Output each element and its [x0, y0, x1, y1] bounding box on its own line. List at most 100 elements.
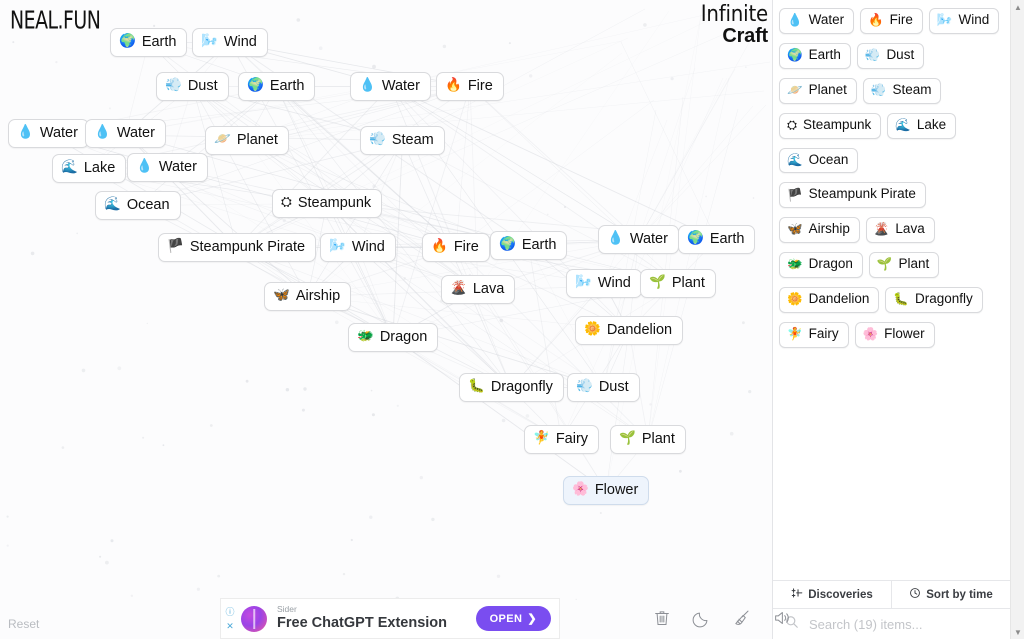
item-chip-dust[interactable]: 💨 Dust — [856, 42, 925, 69]
item-chip-fire[interactable]: 🔥 Fire — [860, 8, 923, 34]
canvas-item[interactable]: 🌍 Earth — [490, 231, 568, 261]
tab-discoveries[interactable]: Discoveries — [773, 581, 891, 608]
canvas-item[interactable]: 🪐 Planet — [205, 126, 289, 156]
canvas-item[interactable]: 💧 Water — [350, 72, 431, 102]
canvas-item[interactable]: 🔥 Fire — [436, 72, 504, 102]
canvas-item[interactable]: 🏴 Steampunk Pirate — [158, 233, 317, 263]
item-chip-dragon[interactable]: 🐲 Dragon — [348, 323, 439, 353]
ad-open-button[interactable]: OPEN ❯ — [475, 606, 551, 631]
item-chip-lake[interactable]: 🌊 Lake — [52, 154, 127, 184]
crafting-canvas[interactable]: NEAL.FUN 🌍 Earth 🌬️ Wind 💨 Dust 🌍 Earth 💧 Water 🔥 F… — [0, 0, 772, 639]
canvas-item[interactable]: 🌸 Flower — [563, 476, 650, 506]
canvas-item[interactable]: 💧 Water — [127, 153, 208, 183]
trash-icon[interactable] — [652, 608, 672, 628]
tab-sort-by-time[interactable]: Sort by time — [891, 581, 1010, 608]
canvas-item[interactable]: 🌼 Dandelion — [575, 316, 684, 346]
sidebar-scrollbar[interactable]: ▲ ▼ — [1010, 0, 1024, 639]
item-chip-fire[interactable]: 🔥 Fire — [436, 72, 504, 102]
item-chip-steam[interactable]: 💨 Steam — [862, 77, 942, 104]
item-chip-water[interactable]: 💧 Water — [779, 8, 855, 34]
reset-button[interactable]: Reset — [8, 617, 39, 631]
item-chip-fire[interactable]: 🔥 Fire — [422, 233, 490, 263]
neal-fun-logo[interactable]: NEAL.FUN — [10, 6, 101, 34]
item-chip-steampunk-pirate[interactable]: 🏴 Steampunk Pirate — [158, 233, 317, 263]
steampunk-icon: ⛭ — [787, 116, 798, 132]
item-chip-steampunk[interactable]: ⛭ Steampunk — [272, 189, 383, 219]
item-chip-dragon[interactable]: 🐲 Dragon — [779, 252, 863, 278]
item-chip-dragonfly[interactable]: 🐛 Dragonfly — [885, 287, 983, 313]
scroll-up-arrow[interactable]: ▲ — [1011, 0, 1024, 14]
item-chip-lava[interactable]: 🌋 Lava — [441, 275, 516, 305]
item-chip-steampunk-pirate[interactable]: 🏴 Steampunk Pirate — [779, 182, 926, 209]
item-chip-plant[interactable]: 🌱 Plant — [640, 269, 716, 299]
speaker-icon[interactable] — [772, 608, 792, 628]
canvas-item[interactable]: 🦋 Airship — [264, 282, 352, 312]
canvas-item[interactable]: 🌬️ Wind — [566, 269, 642, 299]
item-chip-water[interactable]: 💧 Water — [127, 153, 208, 183]
item-chip-planet[interactable]: 🪐 Planet — [205, 126, 289, 156]
item-chip-earth[interactable]: 🌍 Earth — [110, 28, 188, 58]
canvas-item[interactable]: 🌬️ Wind — [192, 28, 268, 58]
item-chip-dandelion[interactable]: 🌼 Dandelion — [779, 287, 880, 313]
item-chip-ocean[interactable]: 🌊 Ocean — [779, 147, 859, 174]
item-chip-lava[interactable]: 🌋 Lava — [865, 217, 935, 244]
item-chip-water[interactable]: 💧 Water — [8, 119, 89, 149]
moon-icon[interactable] — [692, 608, 712, 628]
advertisement-banner[interactable]: ⓘ ✕ Sider Free ChatGPT Extension OPEN ❯ — [220, 598, 560, 639]
item-chip-airship[interactable]: 🦋 Airship — [779, 217, 860, 244]
canvas-item[interactable]: 🌬️ Wind — [320, 233, 396, 263]
canvas-item[interactable]: 🌍 Earth — [110, 28, 188, 58]
item-chip-fairy[interactable]: 🧚 Fairy — [524, 425, 600, 455]
item-chip-airship[interactable]: 🦋 Airship — [264, 282, 352, 312]
canvas-item[interactable]: 🌱 Plant — [610, 425, 686, 455]
item-chip-wind[interactable]: 🌬️ Wind — [320, 233, 396, 263]
item-chip-ocean[interactable]: 🌊 Ocean — [95, 191, 181, 221]
item-chip-wind[interactable]: 🌬️ Wind — [192, 28, 268, 58]
broom-icon[interactable] — [732, 608, 752, 628]
canvas-item[interactable]: 💨 Dust — [567, 373, 640, 403]
item-chip-lake[interactable]: 🌊 Lake — [887, 112, 957, 139]
item-chip-earth[interactable]: 🌍 Earth — [678, 225, 756, 255]
close-icon[interactable]: ✕ — [226, 621, 234, 632]
canvas-item[interactable]: 🌍 Earth — [238, 72, 316, 102]
item-chip-steam[interactable]: 💨 Steam — [360, 126, 445, 156]
item-chip-dragonfly[interactable]: 🐛 Dragonfly — [459, 373, 564, 403]
canvas-item[interactable]: 💧 Water — [85, 119, 166, 149]
item-chip-plant[interactable]: 🌱 Plant — [610, 425, 686, 455]
canvas-item[interactable]: 🐛 Dragonfly — [459, 373, 564, 403]
item-chip-earth[interactable]: 🌍 Earth — [779, 42, 851, 69]
item-chip-wind[interactable]: 🌬️ Wind — [566, 269, 642, 299]
canvas-item[interactable]: 🌊 Ocean — [95, 191, 181, 221]
sidebar-search[interactable] — [773, 609, 1010, 639]
item-chip-wind[interactable]: 🌬️ Wind — [928, 8, 1000, 34]
item-chip-planet[interactable]: 🪐 Planet — [779, 77, 857, 104]
canvas-item[interactable]: 🌱 Plant — [640, 269, 716, 299]
item-chip-dandelion[interactable]: 🌼 Dandelion — [575, 316, 684, 346]
canvas-item[interactable]: 🌋 Lava — [441, 275, 516, 305]
canvas-item[interactable]: 🐲 Dragon — [348, 323, 439, 353]
item-chip-fairy[interactable]: 🧚 Fairy — [779, 321, 849, 348]
item-chip-water[interactable]: 💧 Water — [350, 72, 431, 102]
search-input[interactable] — [807, 615, 998, 633]
item-chip-dust[interactable]: 💨 Dust — [156, 72, 229, 102]
canvas-item[interactable]: 🔥 Fire — [422, 233, 490, 263]
item-chip-earth[interactable]: 🌍 Earth — [238, 72, 316, 102]
canvas-item[interactable]: 🧚 Fairy — [524, 425, 600, 455]
item-chip-water[interactable]: 💧 Water — [598, 225, 679, 255]
item-chip-water[interactable]: 💧 Water — [85, 119, 166, 149]
item-chip-steampunk[interactable]: ⛭ Steampunk — [779, 112, 882, 139]
item-chip-plant[interactable]: 🌱 Plant — [868, 252, 940, 278]
canvas-item[interactable]: 🌊 Lake — [52, 154, 127, 184]
item-chip-dust[interactable]: 💨 Dust — [567, 373, 640, 403]
canvas-item[interactable]: 🌍 Earth — [678, 225, 756, 255]
canvas-item[interactable]: 💨 Dust — [156, 72, 229, 102]
info-icon[interactable]: ⓘ — [225, 605, 234, 618]
canvas-item[interactable]: ⛭ Steampunk — [272, 189, 383, 219]
item-chip-flower[interactable]: 🌸 Flower — [854, 321, 935, 348]
item-chip-earth[interactable]: 🌍 Earth — [490, 231, 568, 261]
canvas-item[interactable]: 💧 Water — [8, 119, 89, 149]
canvas-item[interactable]: 💨 Steam — [360, 126, 445, 156]
scroll-down-arrow[interactable]: ▼ — [1011, 625, 1024, 639]
item-chip-flower[interactable]: 🌸 Flower — [563, 476, 650, 506]
canvas-item[interactable]: 💧 Water — [598, 225, 679, 255]
